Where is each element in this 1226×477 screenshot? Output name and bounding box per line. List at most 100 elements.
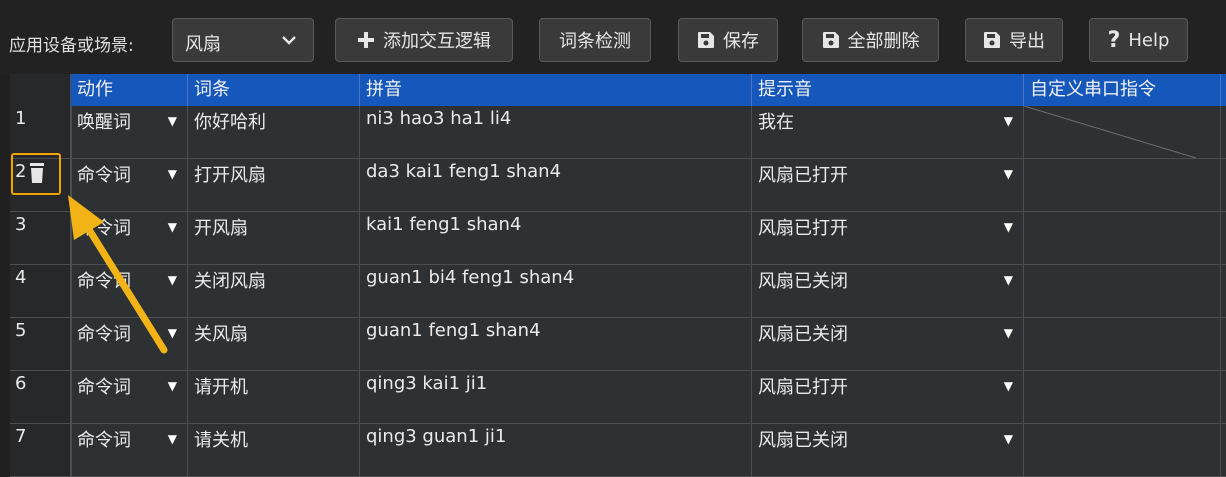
save-button[interactable]: 保存 [678,18,778,62]
chevron-down-icon[interactable]: ▼ [168,326,177,340]
prompt-cell[interactable]: 风扇已打开 ▼ [752,212,1024,264]
row-number[interactable]: 5 [10,318,71,370]
chevron-down-icon[interactable]: ▼ [168,167,177,181]
action-cell[interactable]: 命令词 ▼ [71,424,188,476]
prompt-cell[interactable]: 风扇已关闭 ▼ [752,318,1024,370]
chevron-down-icon[interactable]: ▼ [168,432,177,446]
chevron-down-icon [282,36,296,45]
trash-icon[interactable] [27,163,47,185]
term-cell[interactable]: 请关机 [188,424,360,476]
prompt-value: 风扇已关闭 [758,324,848,345]
serial-command-cell[interactable] [1024,265,1221,317]
action-cell[interactable]: 命令词 ▼ [71,265,188,317]
delete-all-label: 全部删除 [847,31,920,52]
diagonal-line [1024,106,1197,158]
prompt-value: 风扇已打开 [758,377,848,398]
serial-command-cell[interactable] [1024,371,1221,423]
header-term[interactable]: 词条 [188,74,360,106]
delete-row-highlight[interactable] [11,153,61,195]
chevron-down-icon[interactable]: ▼ [168,114,177,128]
table-row: 2 命令词 ▼ 打开风扇 da3 kai1 feng1 shan4 风扇已打开 … [10,159,1226,212]
prompt-cell[interactable]: 风扇已打开 ▼ [752,371,1024,423]
prompt-value: 风扇已打开 [758,165,848,186]
toolbar: 应用设备或场景: 风扇 添加交互逻辑 词条检测 保存 全部删除 导出 ? Hel… [0,0,1226,74]
terms-table: 动作 词条 拼音 提示音 自定义串口指令 1 唤醒词 ▼ 你好哈利 ni3 ha… [10,74,1226,477]
action-cell[interactable]: 命令词 ▼ [71,371,188,423]
floppy-icon [698,32,714,48]
chevron-down-icon[interactable]: ▼ [1004,326,1013,340]
check-terms-button[interactable]: 词条检测 [539,18,651,62]
help-label: Help [1128,29,1170,51]
action-cell[interactable]: 命令词 ▼ [71,159,188,211]
device-select-value: 风扇 [185,34,221,55]
row-number[interactable]: 3 [10,212,71,264]
chevron-down-icon[interactable]: ▼ [1004,432,1013,446]
prompt-value: 风扇已关闭 [758,430,848,451]
export-button[interactable]: 导出 [965,18,1063,62]
header-prompt[interactable]: 提示音 [752,74,1024,106]
pinyin-cell[interactable]: qing3 guan1 ji1 [360,424,752,476]
add-logic-button[interactable]: 添加交互逻辑 [335,18,513,62]
term-cell[interactable]: 关风扇 [188,318,360,370]
table-row: 7 命令词 ▼ 请关机 qing3 guan1 ji1 风扇已关闭 ▼ [10,424,1226,477]
chevron-down-icon[interactable]: ▼ [1004,167,1013,181]
chevron-down-icon[interactable]: ▼ [1004,273,1013,287]
pinyin-cell[interactable]: da3 kai1 feng1 shan4 [360,159,752,211]
plus-icon [358,32,374,48]
term-cell[interactable]: 请开机 [188,371,360,423]
help-button[interactable]: ? Help [1089,18,1188,62]
serial-command-cell[interactable] [1024,159,1221,211]
prompt-value: 风扇已关闭 [758,271,848,292]
prompt-cell[interactable]: 风扇已关闭 ▼ [752,265,1024,317]
question-icon: ? [1107,27,1121,53]
table-row: 1 唤醒词 ▼ 你好哈利 ni3 hao3 ha1 li4 我在 ▼ [10,106,1226,159]
action-cell[interactable]: 唤醒词 ▼ [71,106,188,158]
save-label: 保存 [723,31,759,52]
action-value: 命令词 [77,324,131,345]
row-number[interactable]: 4 [10,265,71,317]
pinyin-cell[interactable]: ni3 hao3 ha1 li4 [360,106,752,158]
serial-command-cell[interactable] [1024,424,1221,476]
prompt-cell[interactable]: 我在 ▼ [752,106,1024,158]
action-value: 命令词 [77,377,131,398]
pinyin-cell[interactable]: guan1 bi4 feng1 shan4 [360,265,752,317]
header-pinyin[interactable]: 拼音 [360,74,752,106]
chevron-down-icon[interactable]: ▼ [168,220,177,234]
delete-all-button[interactable]: 全部删除 [802,18,939,62]
pinyin-cell[interactable]: qing3 kai1 ji1 [360,371,752,423]
row-number[interactable]: 6 [10,371,71,423]
prompt-cell[interactable]: 风扇已关闭 ▼ [752,424,1024,476]
chevron-down-icon[interactable]: ▼ [1004,220,1013,234]
term-cell[interactable]: 你好哈利 [188,106,360,158]
chevron-down-icon[interactable]: ▼ [1004,379,1013,393]
action-value: 命令词 [77,271,131,292]
header-action[interactable]: 动作 [71,74,188,106]
table-row: 3 命令词 ▼ 开风扇 kai1 feng1 shan4 风扇已打开 ▼ [10,212,1226,265]
header-serial-command[interactable]: 自定义串口指令 [1024,74,1221,106]
action-cell[interactable]: 命令词 ▼ [71,212,188,264]
device-label: 应用设备或场景: [9,36,134,56]
add-logic-label: 添加交互逻辑 [383,31,491,52]
serial-command-cell[interactable] [1024,106,1221,158]
pinyin-cell[interactable]: guan1 feng1 shan4 [360,318,752,370]
pinyin-cell[interactable]: kai1 feng1 shan4 [360,212,752,264]
serial-command-cell[interactable] [1024,212,1221,264]
prompt-value: 我在 [758,112,794,133]
chevron-down-icon[interactable]: ▼ [1004,114,1013,128]
term-cell[interactable]: 关闭风扇 [188,265,360,317]
row-number[interactable]: 1 [10,106,71,158]
serial-command-cell[interactable] [1024,318,1221,370]
action-value: 命令词 [77,218,131,239]
prompt-value: 风扇已打开 [758,218,848,239]
term-cell[interactable]: 打开风扇 [188,159,360,211]
term-cell[interactable]: 开风扇 [188,212,360,264]
floppy-icon [822,32,839,48]
device-select[interactable]: 风扇 [172,18,314,62]
floppy-icon [984,32,1000,48]
chevron-down-icon[interactable]: ▼ [168,273,177,287]
action-cell[interactable]: 命令词 ▼ [71,318,188,370]
chevron-down-icon[interactable]: ▼ [168,379,177,393]
prompt-cell[interactable]: 风扇已打开 ▼ [752,159,1024,211]
export-label: 导出 [1009,31,1045,52]
row-number[interactable]: 7 [10,424,71,476]
